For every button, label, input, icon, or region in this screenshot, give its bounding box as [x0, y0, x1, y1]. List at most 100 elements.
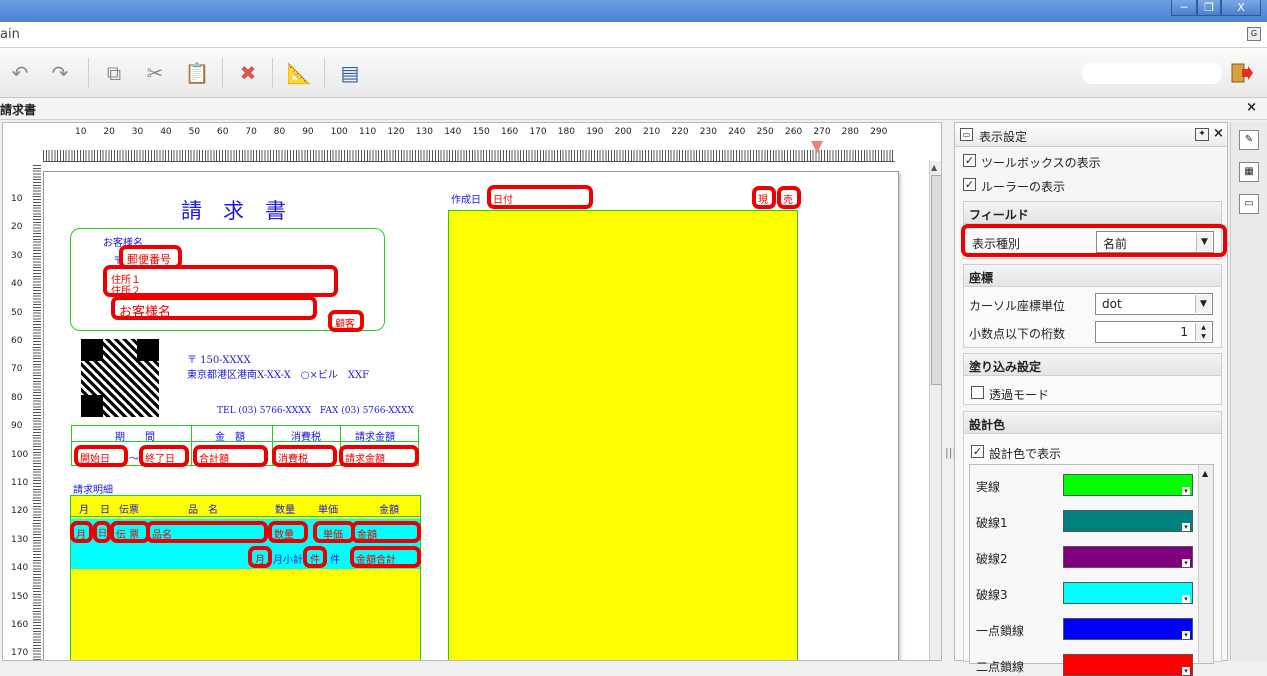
transparent-mode-checkbox[interactable]	[971, 386, 984, 399]
show-design-color-label: 設計色で表示	[989, 447, 1062, 461]
properties-card-button[interactable]: ▤	[336, 60, 364, 86]
undo-button[interactable]: ↶	[6, 60, 34, 86]
row-amount-field[interactable]: 金額	[351, 521, 421, 543]
color-list-scrollbar[interactable]: ▲	[1198, 465, 1213, 663]
close-document-button[interactable]: ×	[1246, 100, 1257, 115]
honorific-field[interactable]: 顧客	[328, 310, 364, 332]
chevron-down-icon[interactable]: ▾	[1182, 559, 1190, 567]
delete-button[interactable]: ✖	[234, 60, 262, 86]
show-toolbox-checkbox[interactable]: ✓	[963, 154, 976, 167]
pin-icon[interactable]: ✦	[1195, 128, 1209, 141]
title-bar: ─ ❐ X	[0, 0, 1267, 22]
row-item-field[interactable]: 品名	[146, 521, 268, 543]
summary-header-period: 期 間	[115, 432, 155, 443]
row-qty-field[interactable]: 数量	[268, 521, 308, 543]
translate-icon[interactable]: G	[1247, 27, 1261, 41]
scroll-thumb[interactable]	[931, 175, 941, 385]
chevron-down-icon[interactable]: ▾	[1182, 523, 1190, 531]
scroll-up-icon[interactable]: ▲	[931, 163, 937, 172]
chevron-down-icon[interactable]: ▾	[1182, 667, 1190, 675]
tag-field-1[interactable]: 現	[752, 186, 776, 209]
color-swatch[interactable]	[1063, 474, 1193, 496]
grid-icon[interactable]: ▦	[1239, 162, 1259, 182]
total-amount-field[interactable]: 合計額	[193, 445, 268, 467]
company-tel-fax[interactable]: TEL (03) 5766-XXXX FAX (03) 5766-XXXX	[217, 403, 414, 416]
row-price-field[interactable]: 単価	[313, 521, 355, 543]
row-month-field[interactable]: 月	[70, 521, 93, 543]
show-ruler-label: ルーラーの表示	[981, 180, 1066, 194]
color-swatch[interactable]	[1063, 546, 1193, 568]
ruler-tick-label: 250	[756, 127, 774, 137]
period-start-field[interactable]: 開始日	[74, 445, 128, 467]
design-color-label: 実線	[976, 480, 1001, 494]
restore-button[interactable]: ❐	[1197, 0, 1221, 16]
panel-title: 表示設定	[979, 130, 1028, 144]
ruler-tick-label: 80	[11, 392, 23, 403]
ruler-tick-label: 10	[11, 194, 23, 204]
ruler-tick-label: 240	[728, 127, 746, 137]
ruler-tick-label: 290	[870, 127, 888, 137]
ruler-tick-label: 150	[11, 591, 29, 602]
qr-code[interactable]	[81, 339, 159, 417]
color-swatch[interactable]	[1063, 510, 1193, 532]
subtotal-month-field[interactable]: 月	[248, 546, 272, 568]
show-ruler-checkbox[interactable]: ✓	[963, 178, 976, 191]
scroll-up-icon[interactable]: ▲	[1202, 469, 1208, 478]
panel-splitter[interactable]: |||	[944, 122, 956, 661]
customer-name-field[interactable]: お客様名	[111, 296, 317, 320]
ruler-tick-label: 70	[245, 127, 257, 137]
period-end-field[interactable]: 終了日	[139, 445, 189, 467]
ruler-tick-label: 50	[11, 307, 23, 318]
show-design-color-checkbox[interactable]: ✓	[971, 445, 984, 458]
stepper-arrows-icon[interactable]: ▲ ▼	[1195, 323, 1211, 341]
ruler-tick-label: 10	[75, 127, 87, 137]
design-color-section: 設計色 ✓ 設計色で表示 ▲ 実線 ▾ 破線1 ▾ 破線2 ▾ 破線3 ▾ 一点鎖線 ▾ 二点鎖線 ▾	[963, 411, 1222, 676]
subtotal-count-field[interactable]: 件	[303, 546, 327, 568]
decimals-stepper[interactable]: 1 ▲ ▼	[1095, 321, 1213, 343]
company-address[interactable]: 東京都港区港南X-XX-X ○×ビル XXF	[187, 366, 369, 381]
exit-icon[interactable]	[1230, 62, 1254, 84]
invoice-amount-field[interactable]: 請求金額	[339, 445, 419, 467]
close-window-button[interactable]: X	[1221, 0, 1261, 16]
chevron-down-icon[interactable]: ▾	[1182, 631, 1190, 639]
minimize-button[interactable]: ─	[1171, 0, 1197, 16]
company-postal[interactable]: 〒 150-XXXX	[187, 351, 251, 366]
panel-close-button[interactable]: ×	[1213, 126, 1224, 141]
color-swatch[interactable]	[1063, 654, 1193, 676]
chevron-down-icon[interactable]: ▾	[1182, 487, 1190, 495]
subtotal-label: 月小計	[273, 555, 303, 566]
form-title[interactable]: 請 求 書	[181, 195, 286, 225]
summary-header-invoice: 請求金額	[355, 432, 395, 443]
right-yellow-area[interactable]	[448, 210, 798, 660]
display-settings-icon[interactable]: ▭	[1239, 194, 1259, 214]
row-voucher-field[interactable]: 伝 票	[110, 521, 150, 543]
tag-field-2[interactable]: 売	[777, 186, 801, 209]
coordinate-section-header: 座標	[964, 265, 1221, 287]
coordinate-section: 座標 カーソル座標単位 dot ▼ 小数点以下の桁数 1 ▲ ▼	[963, 264, 1222, 348]
cut-button[interactable]: ✂	[141, 60, 169, 86]
transparent-mode-label: 透過モード	[989, 388, 1050, 402]
color-swatch[interactable]	[1063, 618, 1193, 640]
settings-panel-icon: ▭	[960, 128, 973, 141]
tax-field[interactable]: 消費税	[272, 445, 337, 467]
design-color-label: 破線2	[976, 552, 1008, 566]
ruler-marker-icon[interactable]	[811, 141, 823, 153]
subtotal-amount-field[interactable]: 金額合計	[350, 546, 421, 568]
ruler-tool-button[interactable]: 📐	[285, 60, 313, 86]
address-field[interactable]: 住所１ 住所２	[103, 265, 338, 297]
design-canvas[interactable]: 10 20 30 40 50 60 70 80 90 100 110 120 130 140 150 160 1…	[2, 122, 942, 661]
canvas-vertical-scrollbar[interactable]: ▲	[929, 161, 941, 660]
redo-button[interactable]: ↷	[46, 60, 74, 86]
cursor-unit-select[interactable]: dot ▼	[1095, 293, 1213, 315]
chevron-down-icon[interactable]: ▼	[1195, 295, 1211, 313]
paste-button[interactable]: 📋	[183, 60, 211, 86]
ruler-tick-label: 280	[841, 127, 859, 137]
ruler-tick-label: 150	[472, 127, 490, 137]
ruler-tick-label: 210	[643, 127, 661, 137]
copy-button[interactable]: ⧉	[100, 60, 128, 86]
chevron-down-icon[interactable]: ▾	[1182, 595, 1190, 603]
date-field[interactable]: 日付	[487, 185, 593, 209]
row-day-field[interactable]: 日	[93, 521, 111, 543]
properties-icon[interactable]: ✎	[1239, 130, 1259, 150]
color-swatch[interactable]	[1063, 582, 1193, 604]
